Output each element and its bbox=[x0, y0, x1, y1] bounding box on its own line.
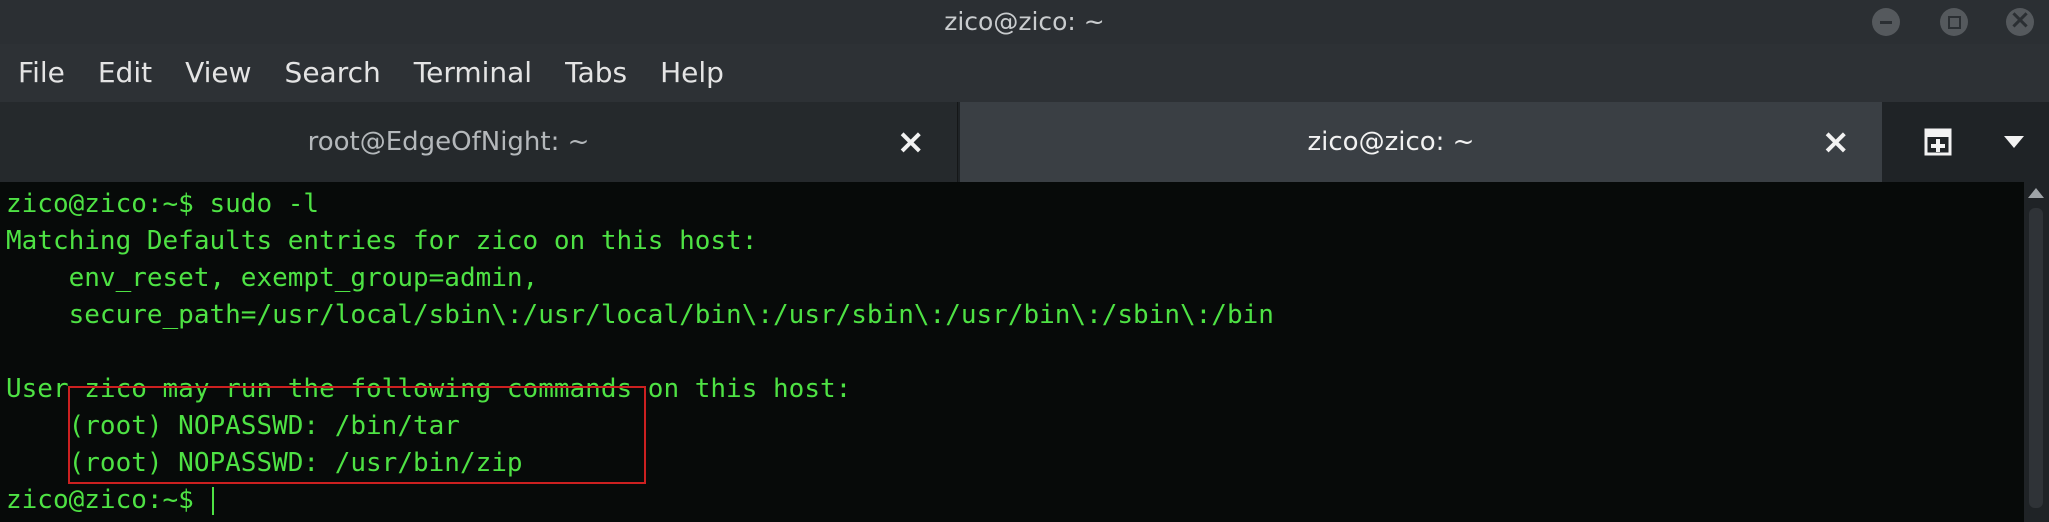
menu-help[interactable]: Help bbox=[660, 44, 724, 102]
tab-label: zico@zico: ~ bbox=[1307, 127, 1475, 157]
menu-search[interactable]: Search bbox=[285, 44, 381, 102]
menu-file[interactable]: File bbox=[18, 44, 65, 102]
menu-bar: File Edit View Search Terminal Tabs Help bbox=[0, 44, 2049, 102]
close-window-button[interactable] bbox=[2006, 5, 2034, 36]
chevron-down-icon[interactable] bbox=[2002, 132, 2026, 152]
vertical-scrollbar[interactable] bbox=[2024, 182, 2049, 522]
tab-root-edgeofnight[interactable]: root@EdgeOfNight: ~ × bbox=[0, 102, 958, 182]
terminal-line: secure_path=/usr/local/sbin\:/usr/local/… bbox=[6, 300, 1274, 330]
title-bar[interactable]: zico@zico: ~ bbox=[0, 0, 2049, 44]
menu-terminal[interactable]: Terminal bbox=[414, 44, 532, 102]
terminal-line: Matching Defaults entries for zico on th… bbox=[6, 226, 758, 256]
window-title: zico@zico: ~ bbox=[944, 7, 1105, 36]
scroll-up-arrow-icon[interactable] bbox=[2028, 188, 2044, 198]
tab-bar: root@EdgeOfNight: ~ × zico@zico: ~ × bbox=[0, 102, 2049, 182]
close-tab-icon[interactable]: × bbox=[1822, 102, 1851, 182]
terminal-line: zico@zico:~$ sudo -l bbox=[6, 189, 320, 219]
terminal-prompt: zico@zico:~$ bbox=[6, 485, 210, 515]
minimize-button[interactable] bbox=[1872, 8, 1900, 36]
close-tab-icon[interactable]: × bbox=[897, 102, 926, 182]
terminal-prompt-line: zico@zico:~$ bbox=[6, 482, 1274, 519]
menu-edit[interactable]: Edit bbox=[98, 44, 152, 102]
tab-label: root@EdgeOfNight: ~ bbox=[307, 127, 590, 157]
terminal-window: zico@zico: ~ File Edit View Search Termi… bbox=[0, 0, 2049, 522]
maximize-button[interactable] bbox=[1940, 8, 1968, 36]
highlight-annotation-box bbox=[68, 386, 646, 484]
new-tab-icon[interactable] bbox=[1924, 128, 1952, 156]
text-cursor bbox=[211, 486, 214, 515]
tab-zico[interactable]: zico@zico: ~ × bbox=[960, 102, 1882, 182]
terminal-line: env_reset, exempt_group=admin, bbox=[6, 263, 539, 293]
scrollbar-thumb[interactable] bbox=[2029, 208, 2043, 508]
menu-view[interactable]: View bbox=[185, 44, 251, 102]
menu-tabs[interactable]: Tabs bbox=[565, 44, 627, 102]
